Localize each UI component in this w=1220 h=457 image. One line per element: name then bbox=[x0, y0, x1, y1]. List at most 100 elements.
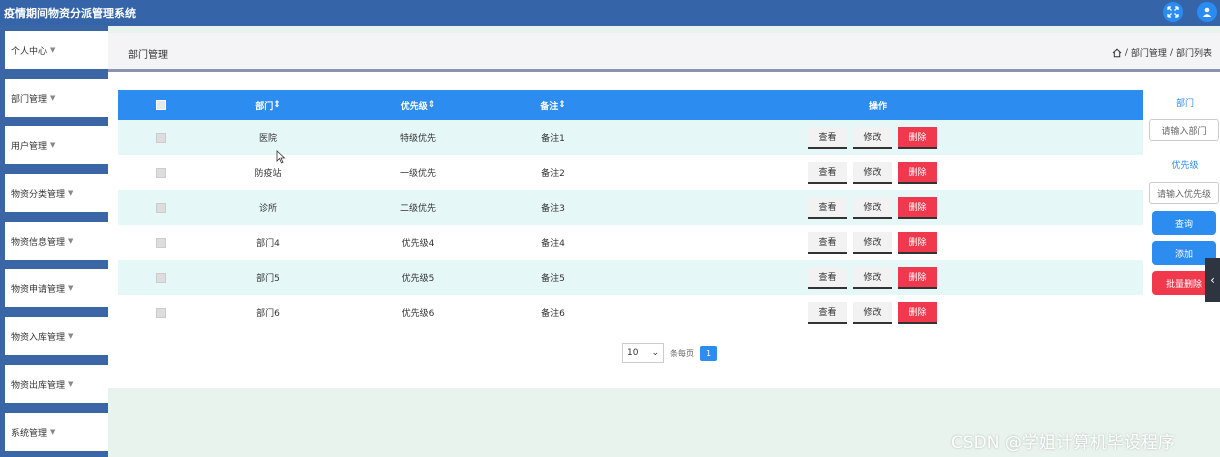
delete-button[interactable]: 删除 bbox=[898, 231, 937, 254]
view-button[interactable]: 查看 bbox=[808, 126, 847, 149]
sidebar-item-department[interactable]: 部门管理 ▼ bbox=[5, 79, 108, 117]
view-button[interactable]: 查看 bbox=[808, 196, 847, 219]
cell-dept: 部门5 bbox=[256, 274, 280, 284]
cell-note: 备注4 bbox=[541, 239, 565, 249]
sidebar-item-label: 物资申请管理 bbox=[11, 284, 66, 295]
cell-dept: 部门6 bbox=[256, 309, 280, 319]
page-size-select[interactable]: 10 ⌄ bbox=[622, 343, 664, 363]
breadcrumb-item-current: 部门列表 bbox=[1175, 49, 1212, 59]
chevron-down-icon: ▼ bbox=[68, 237, 74, 245]
table-row: 防疫站 一级优先 备注2 查看 修改 删除 bbox=[118, 155, 1143, 190]
home-icon[interactable] bbox=[1112, 48, 1122, 58]
cell-priority: 特级优先 bbox=[399, 134, 436, 144]
page-number-current[interactable]: 1 bbox=[700, 345, 717, 361]
top-bar: 疫情期间物资分派管理系统 bbox=[0, 0, 1220, 26]
view-button[interactable]: 查看 bbox=[808, 231, 847, 254]
chevron-down-icon: ▼ bbox=[50, 46, 56, 54]
cell-note: 备注5 bbox=[541, 274, 565, 284]
select-all-checkbox[interactable] bbox=[156, 100, 166, 110]
cell-note: 备注1 bbox=[541, 134, 565, 144]
row-checkbox[interactable] bbox=[156, 202, 166, 213]
breadcrumb-separator: / bbox=[1124, 47, 1128, 58]
delete-button[interactable]: 删除 bbox=[898, 196, 937, 219]
watermark: CSDN @学姐计算机毕设程序 bbox=[951, 433, 1175, 453]
cell-dept: 医院 bbox=[258, 134, 277, 144]
breadcrumb-item[interactable]: 部门管理 bbox=[1131, 46, 1167, 59]
chevron-down-icon: ▼ bbox=[68, 284, 74, 292]
priority-filter-label: 优先级 bbox=[1171, 161, 1199, 171]
department-table: 部门 ⇕ 优先级 ⇕ 备注 ⇕ 操作 医院 特级优先 备注1 查看 修改 删除 防疫站 一… bbox=[118, 90, 1143, 330]
cell-note: 备注6 bbox=[541, 309, 565, 319]
main-content: 部门 ⇕ 优先级 ⇕ 备注 ⇕ 操作 医院 特级优先 备注1 查看 修改 删除 防疫站 一… bbox=[108, 72, 1220, 388]
row-checkbox[interactable] bbox=[156, 272, 166, 283]
column-header-dept[interactable]: 部门 ⇕ bbox=[228, 90, 308, 120]
chevron-down-icon: ▼ bbox=[68, 189, 74, 197]
column-header-ops: 操作 bbox=[868, 101, 887, 112]
edit-button[interactable]: 修改 bbox=[853, 126, 892, 149]
row-checkbox[interactable] bbox=[156, 307, 166, 318]
cell-note: 备注2 bbox=[541, 169, 565, 179]
edit-button[interactable]: 修改 bbox=[853, 301, 892, 324]
chevron-down-icon: ▼ bbox=[50, 428, 56, 436]
sidebar: 个人中心 ▼ 部门管理 ▼ 用户管理 ▼ 物资分类管理 ▼ 物资信息管理 ▼ 物资申请管理… bbox=[0, 26, 108, 457]
app-title: 疫情期间物资分派管理系统 bbox=[4, 7, 136, 20]
pagination: 10 ⌄ 条每页 1 bbox=[622, 343, 717, 363]
collapse-panel-tab[interactable]: ‹ bbox=[1205, 258, 1220, 302]
cell-priority: 优先级4 bbox=[401, 239, 435, 249]
breadcrumb-separator: / bbox=[1169, 47, 1173, 58]
view-button[interactable]: 查看 bbox=[808, 161, 847, 184]
sidebar-item-material-request[interactable]: 物资申请管理 ▼ bbox=[5, 269, 108, 307]
table-row: 诊所 二级优先 备注3 查看 修改 删除 bbox=[118, 190, 1143, 225]
sidebar-item-material-info[interactable]: 物资信息管理 ▼ bbox=[5, 222, 108, 260]
view-button[interactable]: 查看 bbox=[808, 266, 847, 289]
dept-filter-input[interactable]: 请输入部门 bbox=[1149, 119, 1219, 141]
cell-priority: 二级优先 bbox=[399, 204, 436, 214]
sidebar-item-personal-center[interactable]: 个人中心 ▼ bbox=[5, 31, 108, 69]
chevron-down-icon: ▼ bbox=[68, 332, 74, 340]
edit-button[interactable]: 修改 bbox=[853, 161, 892, 184]
edit-button[interactable]: 修改 bbox=[853, 196, 892, 219]
query-button[interactable]: 查询 bbox=[1152, 211, 1216, 235]
cell-note: 备注3 bbox=[541, 204, 565, 214]
sidebar-item-label: 物资分类管理 bbox=[11, 189, 66, 200]
cell-priority: 一级优先 bbox=[399, 169, 436, 179]
delete-button[interactable]: 删除 bbox=[898, 266, 937, 289]
table-row: 部门4 优先级4 备注4 查看 修改 删除 bbox=[118, 225, 1143, 260]
sort-icon: ⇕ bbox=[427, 100, 436, 110]
chevron-down-icon: ▼ bbox=[50, 141, 56, 149]
delete-button[interactable]: 删除 bbox=[898, 161, 937, 184]
row-checkbox[interactable] bbox=[156, 132, 166, 143]
page-title: 部门管理 bbox=[128, 50, 168, 61]
priority-filter-input[interactable]: 请输入优先级 bbox=[1149, 182, 1219, 204]
page-header: 部门管理 / 部门管理 / 部门列表 bbox=[108, 33, 1220, 69]
sidebar-item-system[interactable]: 系统管理 ▼ bbox=[5, 413, 108, 451]
user-icon[interactable] bbox=[1197, 2, 1217, 22]
cell-priority: 优先级5 bbox=[401, 274, 435, 284]
row-checkbox[interactable] bbox=[156, 167, 166, 178]
delete-button[interactable]: 删除 bbox=[898, 301, 937, 324]
sidebar-item-stock-out[interactable]: 物资出库管理 ▼ bbox=[5, 365, 108, 403]
table-header: 部门 ⇕ 优先级 ⇕ 备注 ⇕ 操作 bbox=[118, 90, 1143, 120]
sort-icon: ⇕ bbox=[558, 100, 566, 110]
sidebar-item-label: 物资出库管理 bbox=[11, 380, 66, 391]
sidebar-item-stock-in[interactable]: 物资入库管理 ▼ bbox=[5, 317, 108, 355]
sidebar-item-label: 个人中心 bbox=[11, 46, 48, 57]
sidebar-item-users[interactable]: 用户管理 ▼ bbox=[5, 126, 108, 164]
column-header-priority[interactable]: 优先级 ⇕ bbox=[368, 90, 468, 120]
breadcrumb: / 部门管理 / 部门列表 bbox=[1112, 46, 1212, 59]
table-row: 医院 特级优先 备注1 查看 修改 删除 bbox=[118, 120, 1143, 155]
edit-button[interactable]: 修改 bbox=[853, 231, 892, 254]
view-button[interactable]: 查看 bbox=[808, 301, 847, 324]
dept-filter-label: 部门 bbox=[1175, 99, 1194, 109]
sidebar-item-label: 部门管理 bbox=[11, 94, 48, 105]
edit-button[interactable]: 修改 bbox=[853, 266, 892, 289]
mouse-cursor-icon bbox=[276, 150, 286, 164]
fullscreen-icon[interactable] bbox=[1163, 2, 1183, 22]
cell-dept: 部门4 bbox=[256, 239, 280, 249]
delete-button[interactable]: 删除 bbox=[898, 126, 937, 149]
column-header-note[interactable]: 备注 ⇕ bbox=[513, 90, 593, 120]
sidebar-item-material-category[interactable]: 物资分类管理 ▼ bbox=[5, 174, 108, 212]
sidebar-item-label: 物资信息管理 bbox=[11, 237, 66, 248]
row-checkbox[interactable] bbox=[156, 237, 166, 248]
sidebar-item-label: 用户管理 bbox=[11, 141, 48, 152]
